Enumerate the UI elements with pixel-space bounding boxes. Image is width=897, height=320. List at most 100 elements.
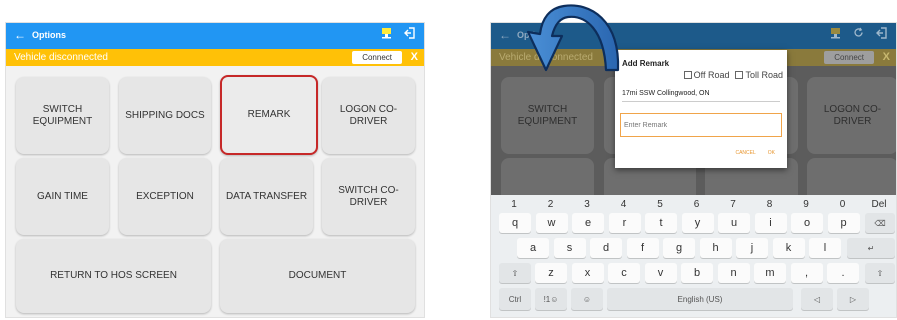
- shipping-docs-button[interactable]: SHIPPING DOCS: [119, 77, 211, 154]
- key-period[interactable]: .: [827, 263, 859, 283]
- backspace-key[interactable]: ⌫: [865, 213, 895, 233]
- key-j[interactable]: j: [736, 238, 768, 258]
- key-3[interactable]: 3: [572, 197, 602, 211]
- switch-equipment-button: SWITCH EQUIPMENT: [501, 77, 594, 154]
- key-7[interactable]: 7: [718, 197, 748, 211]
- key-m[interactable]: m: [754, 263, 786, 283]
- connection-status-bar: Vehicle disconnected Connect X: [6, 49, 424, 66]
- return-to-hos-button[interactable]: RETURN TO HOS SCREEN: [16, 239, 211, 313]
- connect-button[interactable]: Connect: [352, 51, 402, 64]
- off-road-checkbox[interactable]: Off Road: [683, 70, 730, 80]
- key-e[interactable]: e: [572, 213, 604, 233]
- remark-input-wrapper: [620, 113, 782, 137]
- remark-input[interactable]: [621, 114, 781, 137]
- key-comma[interactable]: ,: [790, 263, 823, 283]
- add-remark-dialog: Add Remark Off Road Toll Road 17mi SSW C…: [615, 50, 787, 168]
- close-status-button: X: [882, 51, 890, 63]
- toll-road-label: Toll Road: [745, 70, 783, 80]
- key-4[interactable]: 4: [609, 197, 639, 211]
- logout-icon: [876, 27, 888, 42]
- gain-time-button[interactable]: GAIN TIME: [16, 158, 109, 235]
- key-8[interactable]: 8: [755, 197, 785, 211]
- key-f[interactable]: f: [626, 238, 659, 258]
- status-message: Vehicle disconnected: [14, 52, 108, 63]
- close-status-button[interactable]: X: [411, 51, 418, 63]
- key-s[interactable]: s: [553, 238, 586, 258]
- eld-device-icon: [830, 27, 841, 42]
- key-delete[interactable]: Del: [864, 197, 894, 211]
- key-i[interactable]: i: [754, 213, 787, 233]
- shift-key-left[interactable]: ⇧: [499, 263, 531, 283]
- logon-co-driver-button: LOGON CO-DRIVER: [807, 77, 896, 154]
- dialog-actions: CANCEL OK: [735, 150, 775, 156]
- key-6[interactable]: 6: [682, 197, 712, 211]
- remark-button[interactable]: REMARK: [220, 75, 318, 155]
- connect-button: Connect: [824, 51, 874, 64]
- options-screen: ← Options Vehicle disconnected Connect X…: [5, 22, 425, 318]
- emoji-key[interactable]: ☺: [571, 288, 603, 310]
- app-header: ← Options: [6, 23, 424, 49]
- key-t[interactable]: t: [645, 213, 677, 233]
- key-w[interactable]: w: [535, 213, 568, 233]
- back-arrow-icon[interactable]: ←: [14, 28, 26, 42]
- key-x[interactable]: x: [571, 263, 604, 283]
- header-icons: [830, 27, 888, 42]
- refresh-icon: [853, 27, 864, 42]
- keyboard-row-4: Ctrl !1☺ ☺ English (US) ◁ ▷: [491, 288, 896, 310]
- key-a[interactable]: a: [517, 238, 549, 258]
- keyboard-number-row: 1 2 3 4 5 6 7 8 9 0 Del: [491, 197, 896, 211]
- key-y[interactable]: y: [681, 213, 714, 233]
- ok-button[interactable]: OK: [768, 150, 775, 156]
- keyboard-row-2: a s d f g h j k l ↵: [491, 238, 896, 258]
- key-c[interactable]: c: [608, 263, 640, 283]
- key-r[interactable]: r: [608, 213, 641, 233]
- key-0[interactable]: 0: [828, 197, 858, 211]
- key-5[interactable]: 5: [645, 197, 675, 211]
- shift-key-right[interactable]: ⇧: [865, 263, 895, 283]
- document-button[interactable]: DOCUMENT: [220, 239, 415, 313]
- exception-button[interactable]: EXCEPTION: [119, 158, 211, 235]
- key-l[interactable]: l: [809, 238, 841, 258]
- off-road-checkbox-box[interactable]: [683, 71, 692, 79]
- back-arrow-icon: ←: [499, 28, 511, 42]
- key-9[interactable]: 9: [791, 197, 821, 211]
- key-u[interactable]: u: [718, 213, 750, 233]
- on-screen-keyboard: 1 2 3 4 5 6 7 8 9 0 Del q w e r t y u i o p ⌫ a s d f g h j k l ↵ ⇧ z x…: [491, 195, 896, 317]
- key-1[interactable]: 1: [499, 197, 529, 211]
- key-p[interactable]: p: [827, 213, 860, 233]
- key-h[interactable]: h: [699, 238, 732, 258]
- keyboard-row-1: q w e r t y u i o p ⌫: [491, 213, 896, 233]
- keyboard-row-3: ⇧ z x c v b n m,. ⇧: [491, 263, 896, 283]
- eld-device-icon[interactable]: [381, 27, 392, 42]
- key-o[interactable]: o: [791, 213, 823, 233]
- data-transfer-button[interactable]: DATA TRANSFER: [220, 158, 313, 235]
- key-g[interactable]: g: [663, 238, 695, 258]
- header-icons: [381, 27, 416, 42]
- location-field[interactable]: 17mi SSW Collingwood, ON: [622, 90, 780, 102]
- cursor-right-key[interactable]: ▷: [837, 288, 869, 310]
- off-road-label: Off Road: [693, 70, 730, 80]
- switch-equipment-button[interactable]: SWITCH EQUIPMENT: [16, 77, 109, 154]
- road-options: Off Road Toll Road: [683, 70, 783, 80]
- screen-title: Options: [32, 30, 66, 40]
- key-2[interactable]: 2: [536, 197, 566, 211]
- symbols-key[interactable]: !1☺: [535, 288, 567, 310]
- key-b[interactable]: b: [681, 263, 713, 283]
- key-d[interactable]: d: [590, 238, 622, 258]
- key-v[interactable]: v: [644, 263, 677, 283]
- logout-icon[interactable]: [404, 27, 416, 42]
- cancel-button[interactable]: CANCEL: [735, 150, 755, 156]
- switch-co-driver-button[interactable]: SWITCH CO- DRIVER: [322, 158, 415, 235]
- toll-road-checkbox[interactable]: Toll Road: [735, 70, 783, 80]
- key-q[interactable]: q: [499, 213, 531, 233]
- enter-key[interactable]: ↵: [847, 238, 895, 258]
- key-n[interactable]: n: [717, 263, 750, 283]
- curved-arrow-icon: [526, 4, 620, 72]
- ctrl-key[interactable]: Ctrl: [499, 288, 531, 310]
- toll-road-checkbox-box[interactable]: [735, 71, 744, 79]
- cursor-left-key[interactable]: ◁: [801, 288, 833, 310]
- logon-co-driver-button[interactable]: LOGON CO-DRIVER: [322, 77, 415, 154]
- key-k[interactable]: k: [772, 238, 805, 258]
- space-bar[interactable]: English (US): [607, 288, 793, 310]
- key-z[interactable]: z: [535, 263, 567, 283]
